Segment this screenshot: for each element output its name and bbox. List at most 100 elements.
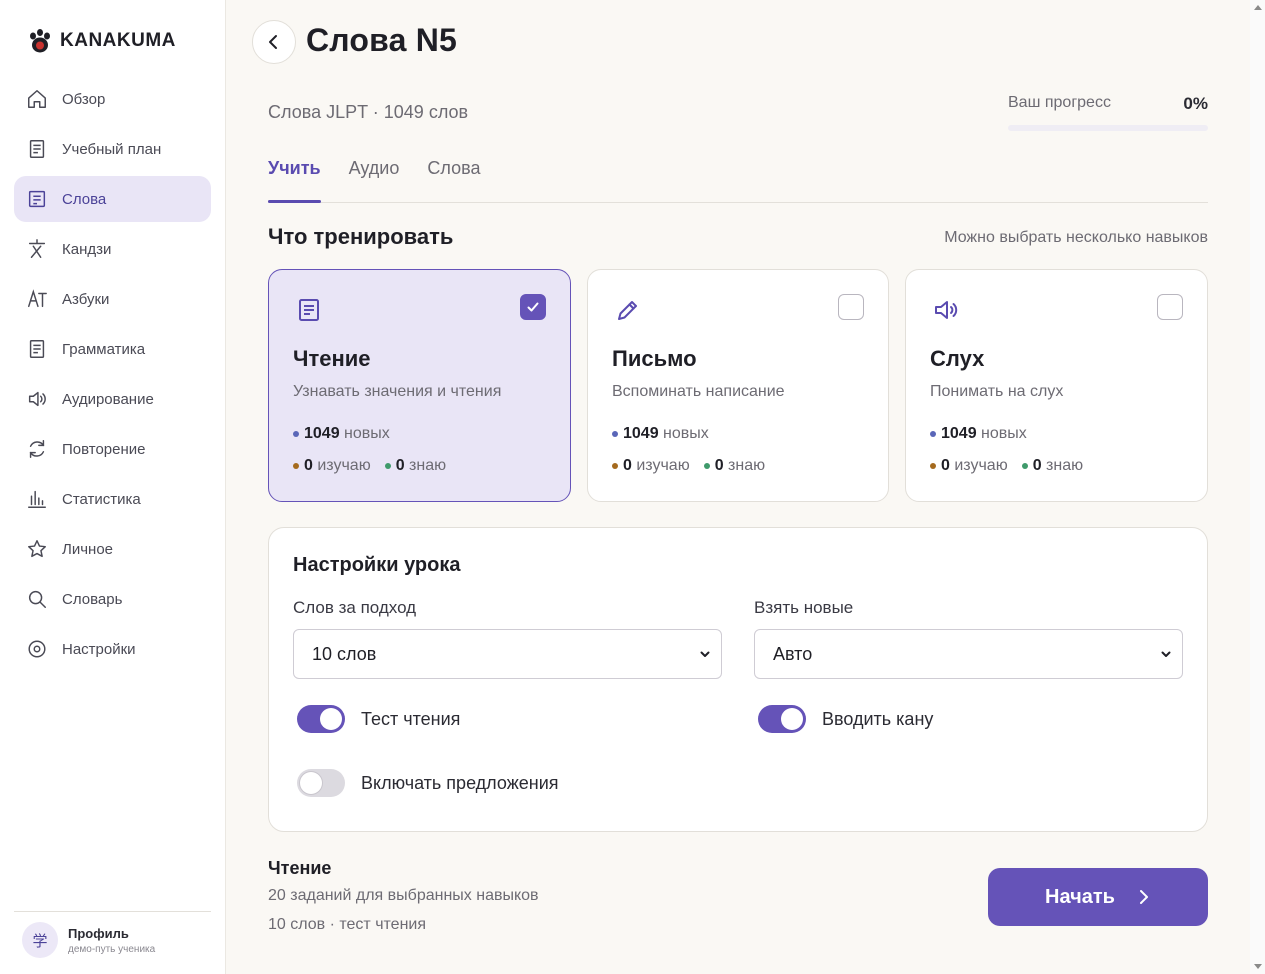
known-count: 0 (395, 457, 405, 474)
gear-icon (28, 640, 46, 658)
avatar: 学 (22, 922, 58, 958)
new-dot (293, 431, 299, 437)
profile-name: Профиль (68, 925, 129, 941)
home-icon (28, 90, 46, 108)
select-value: Авто (773, 643, 813, 664)
skill-card-writing[interactable]: Письмо Вспоминать написание 1049 новых 0… (587, 269, 889, 502)
sidebar-item-dictionary[interactable]: Словарь (14, 576, 211, 622)
learning-count: 0 (304, 457, 313, 474)
stat-new: 1049 новых (930, 425, 1035, 443)
words-per-session-label: Слов за подход (293, 598, 417, 617)
chevron-left-icon (269, 35, 277, 49)
kanji-icon (28, 239, 46, 258)
sidebar-item-label: Учебный план (62, 140, 162, 158)
words-per-session-select[interactable]: 10 слов (293, 629, 722, 679)
tab-audio[interactable]: Аудио (349, 156, 400, 202)
stat-new: 1049 новых (612, 425, 717, 443)
skill-card-listening[interactable]: Слух Понимать на слух 1049 новых 0 изуча… (905, 269, 1208, 502)
page-title: Слова N5 (306, 22, 458, 58)
kana-input-toggle-row[interactable]: Вводить кану (758, 705, 933, 733)
brand-name: KANAKUMA (60, 30, 176, 51)
stat-progress: 0 изучаю 0 знаю (930, 457, 1091, 475)
sentences-toggle-row[interactable]: Включать предложения (297, 769, 559, 797)
bar-chart-icon (28, 490, 46, 508)
sidebar-item-personal[interactable]: Личное (14, 526, 211, 572)
scroll-up-arrow[interactable] (1254, 5, 1262, 10)
document-icon (299, 299, 319, 321)
sidebar: KANAKUMA Обзор Учебный план Слова Кандзи… (0, 0, 226, 974)
new-label: новых (344, 425, 390, 442)
sidebar-item-review[interactable]: Повторение (14, 426, 211, 472)
paw-icon (30, 29, 50, 53)
speaker-icon (935, 301, 958, 319)
progress-label: Ваш прогресс (1008, 94, 1111, 111)
sidebar-nav: Обзор Учебный план Слова Кандзи Азбуки Г… (14, 76, 211, 676)
summary-details: 10 слов · тест чтения (268, 916, 427, 933)
sidebar-item-statistics[interactable]: Статистика (14, 476, 211, 522)
tabs: Учить Аудио Слова (268, 156, 1208, 203)
start-button[interactable]: Начать (988, 868, 1208, 926)
new-label: новых (981, 425, 1027, 442)
sidebar-item-grammar[interactable]: Грамматика (14, 326, 211, 372)
refresh-icon (29, 440, 45, 458)
sidebar-item-settings[interactable]: Настройки (14, 626, 211, 672)
sidebar-item-words[interactable]: Слова (14, 176, 211, 222)
skill-checkbox[interactable] (1157, 294, 1183, 320)
profile[interactable]: 学 Профиль демо-путь ученика (22, 922, 155, 958)
stat-new: 1049 новых (293, 425, 398, 443)
tab-words[interactable]: Слова (427, 156, 480, 202)
settings-title: Настройки урока (293, 554, 461, 576)
sidebar-item-label: Обзор (62, 90, 106, 108)
sentences-toggle[interactable] (297, 769, 345, 797)
document-icon (29, 140, 45, 158)
toggle-label: Вводить кану (822, 708, 934, 729)
toggle-label: Включать предложения (361, 772, 559, 793)
skill-name: Слух (930, 346, 985, 371)
sidebar-item-overview[interactable]: Обзор (14, 76, 211, 122)
page-subtitle: Слова JLPT · 1049 слов (268, 102, 469, 122)
sidebar-item-study-plan[interactable]: Учебный план (14, 126, 211, 172)
kana-input-toggle[interactable] (758, 705, 806, 733)
skill-description: Вспоминать написание (612, 383, 785, 400)
new-label: новых (663, 425, 709, 442)
skill-checkbox[interactable] (838, 294, 864, 320)
sidebar-item-kana[interactable]: Азбуки (14, 276, 211, 322)
tab-learn[interactable]: Учить (268, 156, 321, 203)
sidebar-item-label: Слова (62, 190, 107, 208)
known-count: 0 (1032, 457, 1042, 474)
sidebar-item-listening[interactable]: Аудирование (14, 376, 211, 422)
progress-value: 0% (1183, 94, 1208, 113)
new-count: 1049 (623, 425, 659, 442)
take-new-label: Взять новые (754, 598, 854, 617)
known-label: знаю (409, 457, 447, 474)
skill-card-reading[interactable]: Чтение Узнавать значения и чтения 1049 н… (268, 269, 571, 502)
reading-test-toggle[interactable] (297, 705, 345, 733)
learning-label: изучаю (317, 457, 371, 474)
section-title: Что тренировать (268, 224, 454, 249)
start-button-label: Начать (1045, 885, 1115, 908)
known-label: знаю (1046, 457, 1084, 474)
scroll-down-arrow[interactable] (1254, 964, 1262, 969)
kana-icon (28, 289, 47, 308)
back-button[interactable] (252, 20, 296, 64)
known-dot (1021, 463, 1028, 469)
sidebar-item-kanji[interactable]: Кандзи (14, 226, 211, 272)
take-new-select[interactable]: Авто (754, 629, 1183, 679)
select-value: 10 слов (312, 643, 377, 664)
star-icon (28, 540, 46, 558)
scrollbar[interactable] (1250, 0, 1265, 974)
new-count: 1049 (941, 425, 977, 442)
progress-bar (1008, 125, 1208, 131)
checkmark-icon (527, 302, 539, 312)
known-dot (384, 463, 391, 469)
learning-dot (930, 463, 936, 469)
skill-checkbox[interactable] (520, 294, 546, 320)
learning-dot (612, 463, 618, 469)
document-icon (29, 340, 45, 358)
brand[interactable]: KANAKUMA (28, 28, 176, 54)
section-hint: Можно выбрать несколько навыков (944, 229, 1208, 246)
reading-test-toggle-row[interactable]: Тест чтения (297, 705, 460, 733)
known-dot (703, 463, 710, 469)
stat-progress: 0 изучаю 0 знаю (293, 457, 454, 475)
sidebar-item-label: Кандзи (62, 240, 112, 258)
